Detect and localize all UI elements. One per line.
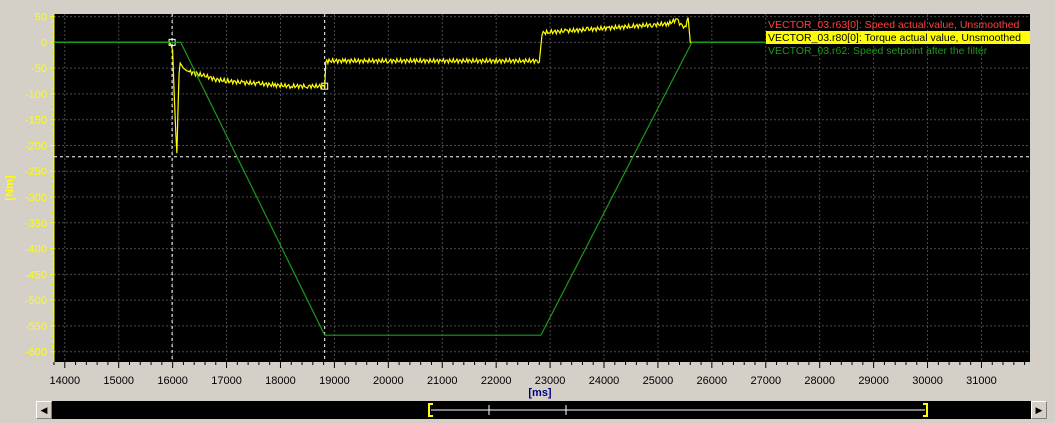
- horizontal-scrollbar[interactable]: ◀ ▶: [36, 401, 1047, 419]
- scroll-track[interactable]: [52, 401, 1031, 419]
- x-axis-label: [ms]: [528, 387, 552, 399]
- y-tick-label: -400: [25, 244, 47, 256]
- x-tick-label: 25000: [643, 375, 674, 387]
- x-tick-label: 28000: [804, 375, 835, 387]
- scroll-range-thumb[interactable]: [428, 403, 928, 417]
- x-tick-label: 31000: [966, 375, 997, 387]
- y-tick-label: -250: [25, 166, 47, 178]
- y-axis-label: [Nm]: [4, 175, 16, 200]
- y-tick-label: -350: [25, 218, 47, 230]
- y-tick-label: -100: [25, 89, 47, 101]
- y-tick-label: -450: [25, 269, 47, 281]
- y-tick-label: -600: [25, 347, 47, 359]
- x-axis: 14000 15000 16000 17000 18000 19000 20000 21000…: [49, 362, 1026, 387]
- x-tick-label: 19000: [319, 375, 350, 387]
- y-axis: 50 0 -50 -100 -150 -200 -250 -300 -350 -400 -450 -5…: [25, 12, 55, 362]
- y-tick-label: -200: [25, 140, 47, 152]
- plot-area: [54, 14, 1030, 362]
- trace-chart: 50 0 -50 -100 -150 -200 -250 -300 -350 -400 -450 -5…: [4, 12, 1030, 399]
- x-tick-label: 20000: [373, 375, 404, 387]
- x-tick-label: 29000: [858, 375, 889, 387]
- x-tick-label: 18000: [265, 375, 296, 387]
- scroll-right-button[interactable]: ▶: [1031, 401, 1047, 419]
- y-tick-label: 50: [35, 12, 47, 24]
- legend-entry[interactable]: VECTOR_03.r62: Speed setpoint after the …: [768, 45, 988, 57]
- y-tick-label: -550: [25, 321, 47, 333]
- x-tick-label: 24000: [589, 375, 620, 387]
- x-tick-label: 26000: [697, 375, 728, 387]
- x-tick-label: 14000: [49, 375, 80, 387]
- x-tick-label: 17000: [211, 375, 242, 387]
- legend-entry[interactable]: VECTOR_03.r63[0]: Speed actual value, Un…: [768, 19, 1020, 31]
- x-tick-label: 30000: [912, 375, 943, 387]
- x-tick-label: 27000: [750, 375, 781, 387]
- y-tick-label: -50: [31, 63, 47, 75]
- x-tick-label: 23000: [535, 375, 566, 387]
- x-tick-label: 21000: [427, 375, 458, 387]
- legend-entry[interactable]: VECTOR_03.r80[0]: Torque actual value, U…: [768, 32, 1021, 44]
- scroll-left-button[interactable]: ◀: [36, 401, 52, 419]
- x-tick-label: 16000: [157, 375, 188, 387]
- x-tick-label: 22000: [481, 375, 512, 387]
- y-tick-label: -300: [25, 192, 47, 204]
- y-tick-label: -150: [25, 115, 47, 127]
- y-tick-label: -500: [25, 295, 47, 307]
- y-tick-label: 0: [41, 37, 47, 49]
- x-tick-label: 15000: [103, 375, 134, 387]
